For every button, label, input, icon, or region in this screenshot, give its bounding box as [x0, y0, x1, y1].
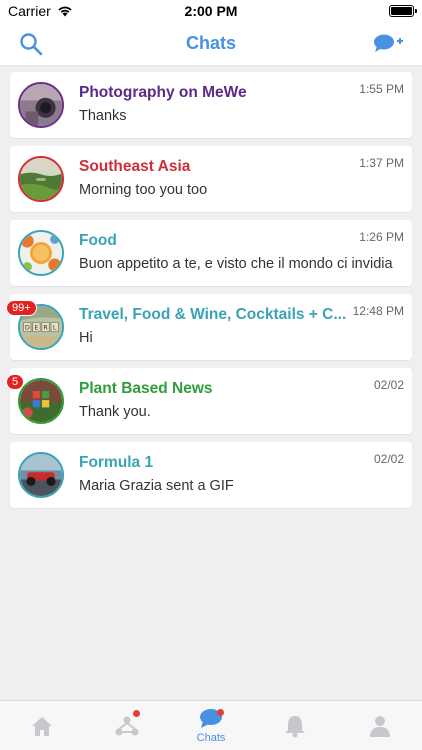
chat-preview: Buon appetito a te, e visto che il mondo… [79, 256, 393, 272]
chat-preview: Maria Grazia sent a GIF [79, 478, 234, 494]
notification-dot [217, 709, 225, 716]
tab-home[interactable] [0, 701, 84, 750]
chat-item[interactable]: Southeast Asia 1:37 PM Morning too you t… [10, 146, 412, 212]
groups-icon [115, 716, 139, 735]
home-icon [32, 716, 53, 736]
wifi-icon [58, 6, 72, 17]
avatar [18, 82, 64, 128]
tab-groups[interactable] [84, 701, 168, 750]
page-title: Chats [185, 33, 236, 53]
chat-time: 02/02 [373, 452, 404, 466]
tab-label: Chats [196, 732, 226, 744]
chat-name: Formula 1 [79, 454, 154, 471]
chat-time: 1:26 PM [359, 230, 404, 244]
avatar [18, 452, 64, 498]
status-bar: Carrier 2:00 PM [0, 0, 422, 22]
chat-name: Food [79, 232, 117, 249]
chat-preview: Morning too you too [79, 182, 208, 198]
chat-item[interactable]: Formula 1 02/02 Maria Grazia sent a GIF [10, 442, 412, 508]
avatar [18, 378, 64, 424]
tab-bar: Chats [0, 700, 422, 750]
chat-name: Photography on MeWe [79, 84, 247, 101]
chat-list: Photography on MeWe 1:55 PM Thanks South… [6, 72, 412, 508]
chat-time: 1:55 PM [359, 82, 404, 96]
svg-text:E: E [34, 324, 38, 332]
nav-header: Chats [0, 22, 422, 66]
svg-text:R: R [43, 324, 48, 332]
chat-time: 12:48 PM [352, 304, 404, 318]
avatar [18, 230, 64, 276]
status-left: Carrier [8, 3, 73, 19]
chat-item[interactable]: Photography on MeWe 1:55 PM Thanks [10, 72, 412, 138]
notification-dot [132, 710, 140, 717]
tab-chats[interactable]: Chats [169, 701, 253, 750]
chat-time: 1:37 PM [359, 156, 404, 170]
chat-item[interactable]: 5 Plant Based News 02/02 Thank you. [6, 368, 412, 434]
tab-notifications[interactable] [253, 701, 337, 750]
profile-icon [369, 715, 390, 737]
chat-name: Plant Based News [79, 380, 213, 397]
svg-text:D: D [25, 324, 30, 332]
chat-name: Travel, Food & Wine, Cocktails + C... [79, 306, 347, 323]
chat-preview: Thank you. [79, 404, 151, 420]
new-chat-icon[interactable] [372, 31, 404, 57]
chat-preview: Hi [79, 330, 93, 346]
carrier-label: Carrier [8, 3, 51, 19]
avatar [18, 156, 64, 202]
chat-name: Southeast Asia [79, 158, 191, 175]
unread-badge: 5 [6, 374, 25, 390]
chat-preview: Thanks [79, 108, 127, 124]
tab-profile[interactable] [338, 701, 422, 750]
chat-item[interactable]: Food 1:26 PM Buon appetito a te, e visto… [10, 220, 412, 286]
chat-item[interactable]: 99+ D E R L Travel, Food & Wine, Cocktai… [6, 294, 412, 360]
unread-badge: 99+ [6, 300, 37, 316]
battery-icon [389, 5, 417, 17]
search-icon[interactable] [18, 31, 44, 57]
svg-text:L: L [53, 324, 57, 332]
chat-time: 02/02 [373, 378, 404, 392]
bell-icon [285, 715, 306, 737]
